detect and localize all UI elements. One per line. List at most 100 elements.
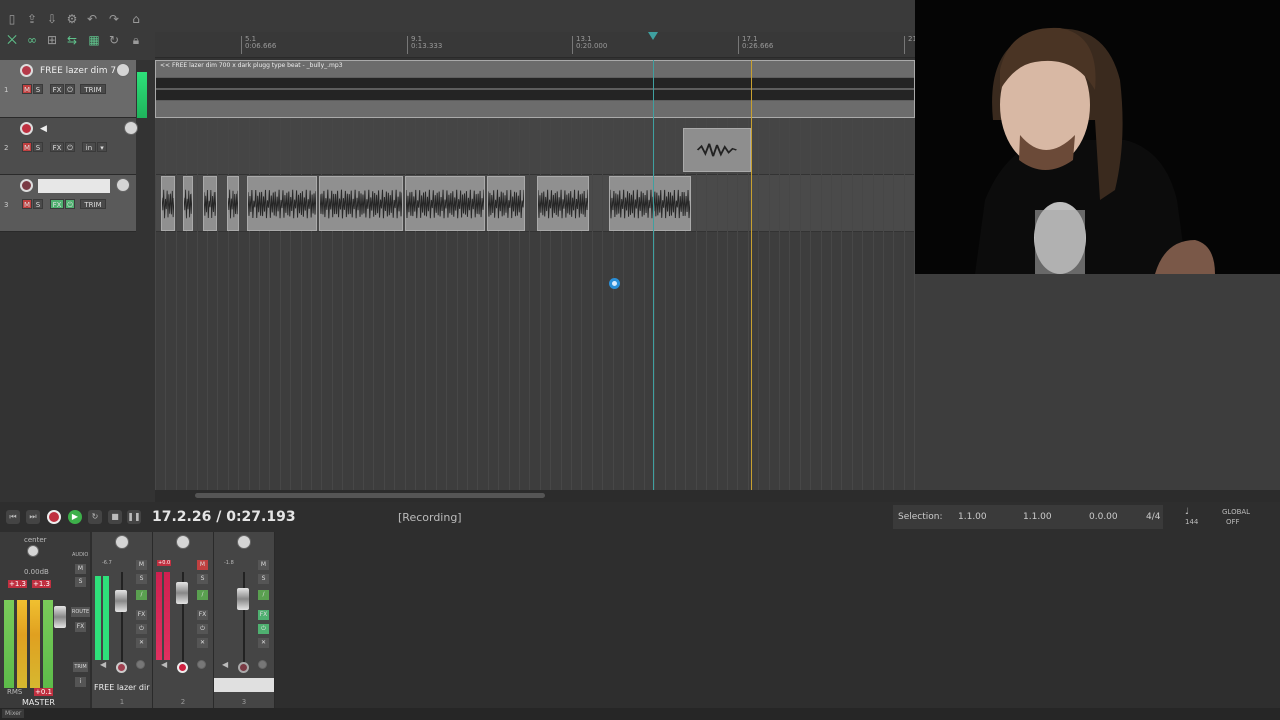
strip-input-knob[interactable] <box>197 660 206 669</box>
global-automation-label[interactable]: GLOBAL <box>1222 508 1250 516</box>
edit-cursor[interactable] <box>653 60 654 490</box>
go-to-start-icon[interactable]: ⏮ <box>6 510 20 524</box>
project-settings-icon[interactable]: ⚙ <box>64 11 80 27</box>
envelope-lock-icon[interactable]: ↻ <box>106 32 122 48</box>
strip-phase-icon[interactable]: ∕ <box>258 590 269 600</box>
volume-knob[interactable] <box>116 63 130 77</box>
media-item-recorded[interactable] <box>247 176 317 231</box>
strip-fx-bypass-icon[interactable]: ⏻ <box>197 624 208 634</box>
media-item-recorded[interactable] <box>537 176 589 231</box>
go-to-end-icon[interactable]: ⏭ <box>26 510 40 524</box>
scrollbar-thumb[interactable] <box>195 493 545 498</box>
strip-fader[interactable] <box>237 588 249 610</box>
track-header-3[interactable]: 3 M S FX ⏻ TRIM <box>0 175 136 232</box>
recorded-item[interactable] <box>683 128 751 172</box>
item-grouping-icon[interactable]: ∞ <box>24 32 40 48</box>
trim-button[interactable]: TRIM <box>80 84 106 94</box>
media-item-recorded[interactable] <box>609 176 691 231</box>
strip-solo-button[interactable]: S <box>136 574 147 584</box>
master-fx-button[interactable]: FX <box>75 622 86 632</box>
strip-record-arm[interactable] <box>177 662 188 673</box>
strip-trim-icon[interactable]: ✕ <box>136 638 147 648</box>
solo-button[interactable]: S <box>33 84 43 94</box>
fx-button[interactable]: FX <box>50 142 64 152</box>
snap-icon[interactable]: ⊞ <box>44 32 60 48</box>
volume-knob[interactable] <box>124 121 138 135</box>
media-item-recorded[interactable] <box>161 176 175 231</box>
input-dropdown-icon[interactable]: ▾ <box>97 142 107 152</box>
stop-button[interactable]: ■ <box>108 510 122 524</box>
strip-input-knob[interactable] <box>136 660 145 669</box>
strip-mute-button[interactable]: M <box>197 560 208 570</box>
undo-icon[interactable]: ↶ <box>84 11 100 27</box>
solo-button[interactable]: S <box>33 199 43 209</box>
edit-cursor-marker-icon[interactable] <box>648 32 658 40</box>
media-item-recorded[interactable] <box>405 176 485 231</box>
strip-fx-bypass-icon[interactable]: ⏻ <box>136 624 147 634</box>
strip-fx-bypass-icon[interactable]: ⏻ <box>258 624 269 634</box>
strip-solo-button[interactable]: S <box>258 574 269 584</box>
save-project-icon[interactable]: ⇩ <box>44 11 60 27</box>
strip-name[interactable]: FREE lazer dir <box>92 683 152 692</box>
strip-record-arm[interactable] <box>238 662 249 673</box>
strip-input-knob[interactable] <box>258 660 267 669</box>
mute-button[interactable]: M <box>22 142 32 152</box>
strip-solo-button[interactable]: S <box>197 574 208 584</box>
record-arm-button[interactable] <box>20 179 33 192</box>
strip-phase-icon[interactable]: ∕ <box>197 590 208 600</box>
solo-button[interactable]: S <box>33 142 43 152</box>
lock-icon[interactable]: 🔒︎ <box>128 32 144 48</box>
timeline-ruler[interactable]: 5.1 0:06.666 9.1 0:13.333 13.1 0:20.000 17.… <box>155 32 917 58</box>
media-item-recorded[interactable] <box>487 176 525 231</box>
metronome-icon[interactable]: ⌂ <box>128 11 144 27</box>
ripple-edit-icon[interactable]: ⇆ <box>64 32 80 48</box>
volume-knob[interactable] <box>116 178 130 192</box>
media-item-recorded[interactable] <box>183 176 193 231</box>
new-project-icon[interactable]: ▯ <box>4 11 20 27</box>
media-item-beat[interactable]: << FREE lazer dim 700 x dark plugg type … <box>155 60 915 118</box>
media-item-recorded[interactable] <box>227 176 239 231</box>
strip-mute-button[interactable]: M <box>258 560 269 570</box>
track-name-input[interactable] <box>38 179 110 193</box>
strip-pan-knob[interactable] <box>115 535 129 549</box>
master-info-icon[interactable]: i <box>75 677 86 687</box>
fx-bypass-icon[interactable]: ⏻ <box>65 199 75 209</box>
fx-button[interactable]: FX <box>50 84 64 94</box>
redo-icon[interactable]: ↷ <box>106 11 122 27</box>
time-signature[interactable]: 4/4 <box>1146 512 1160 522</box>
arrange-view[interactable]: << FREE lazer dim 700 x dark plugg type … <box>155 60 915 490</box>
open-project-icon[interactable]: ⇪ <box>24 11 40 27</box>
master-mute-button[interactable]: M <box>75 564 86 574</box>
track-name[interactable]: FREE lazer dim 70 <box>38 64 116 78</box>
horizontal-scrollbar[interactable] <box>155 490 1280 502</box>
strip-fx-button[interactable]: FX <box>197 610 208 620</box>
time-display[interactable]: 17.2.26 / 0:27.193 <box>152 509 296 525</box>
strip-pan-knob[interactable] <box>176 535 190 549</box>
media-item-recorded[interactable] <box>203 176 217 231</box>
master-pan-knob[interactable] <box>27 545 39 557</box>
track-header-1[interactable]: FREE lazer dim 70 1 M S FX ⏻ TRIM <box>0 60 136 118</box>
strip-fader[interactable] <box>115 590 127 612</box>
record-button[interactable] <box>47 510 61 524</box>
selection-length[interactable]: 0.0.00 <box>1089 512 1118 522</box>
tempo-value[interactable]: 144 <box>1185 518 1198 526</box>
mixer-strip-2[interactable]: +0.0 M S ∕ FX ⏻ ✕ ◀ 2 <box>153 532 214 708</box>
strip-phase-icon[interactable]: ∕ <box>136 590 147 600</box>
fx-bypass-icon[interactable]: ⏻ <box>65 142 75 152</box>
master-route-button[interactable]: ROUTE <box>71 607 90 617</box>
fx-bypass-icon[interactable]: ⏻ <box>65 84 75 94</box>
input-button[interactable]: in <box>82 142 96 152</box>
fx-button[interactable]: FX <box>50 199 64 209</box>
media-item-recorded[interactable] <box>319 176 403 231</box>
strip-fader[interactable] <box>176 582 188 604</box>
strip-mute-button[interactable]: M <box>136 560 147 570</box>
strip-record-arm[interactable] <box>116 662 127 673</box>
master-solo-button[interactable]: S <box>75 577 86 587</box>
selection-display[interactable]: Selection: 1.1.00 1.1.00 0.0.00 4/4 <box>893 505 1163 529</box>
grid-toggle-icon[interactable]: ⨉ <box>4 32 20 48</box>
record-arm-button[interactable] <box>20 64 33 77</box>
mute-button[interactable]: M <box>22 199 32 209</box>
selection-start[interactable]: 1.1.00 <box>958 512 987 522</box>
trim-button[interactable]: TRIM <box>80 199 106 209</box>
play-button[interactable]: ▶ <box>68 510 82 524</box>
